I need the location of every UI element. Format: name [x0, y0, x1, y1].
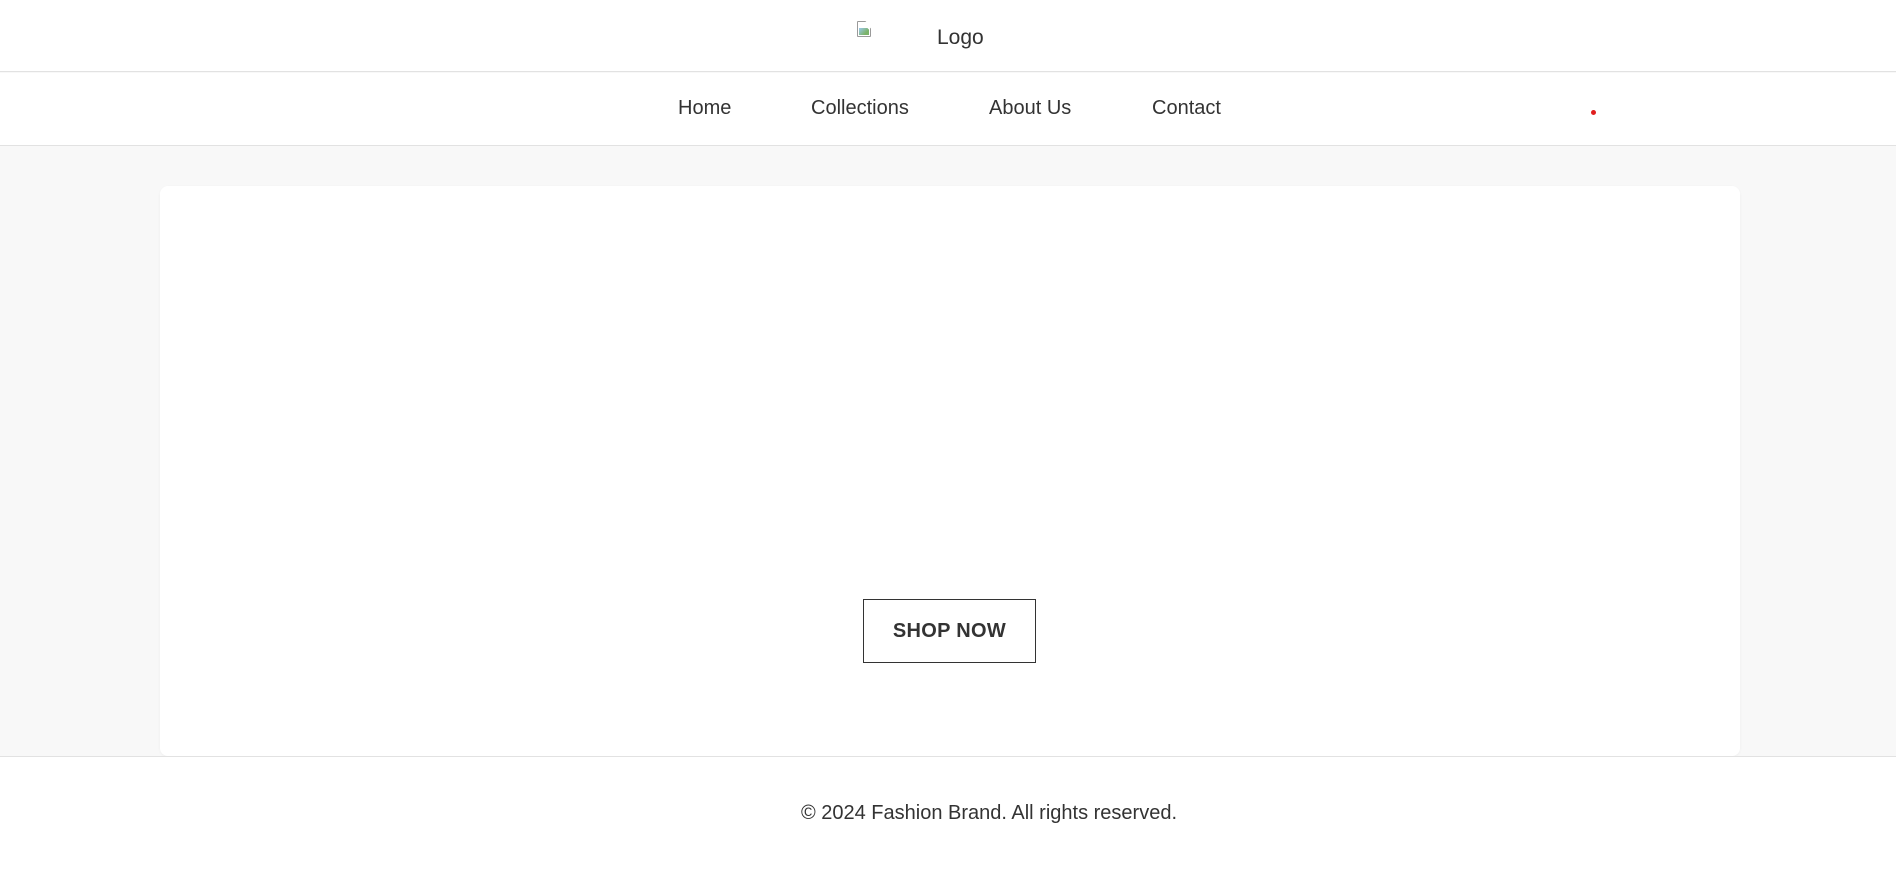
footer: © 2024 Fashion Brand. All rights reserve… — [0, 756, 1896, 872]
page: Logo Home Collections About Us Contact S… — [0, 0, 1896, 872]
broken-image-icon — [855, 18, 875, 40]
nav-item-about-us[interactable]: About Us — [989, 97, 1071, 120]
nav-item-collections[interactable]: Collections — [811, 97, 909, 120]
nav-item-home[interactable]: Home — [678, 97, 731, 120]
nav-item-contact[interactable]: Contact — [1152, 97, 1221, 120]
logo-link[interactable]: Logo — [855, 18, 984, 52]
hero-section: SHOP NOW — [160, 186, 1740, 756]
nav-list: Home Collections About Us Contact — [0, 73, 1896, 145]
logo-alt-text: Logo — [937, 26, 984, 49]
main-navigation: Home Collections About Us Contact — [0, 73, 1896, 146]
cart-indicator-dot[interactable] — [1591, 110, 1596, 115]
logo-bar: Logo — [0, 0, 1896, 72]
copyright-text: © 2024 Fashion Brand. All rights reserve… — [800, 802, 1178, 824]
shop-now-button[interactable]: SHOP NOW — [863, 599, 1036, 663]
